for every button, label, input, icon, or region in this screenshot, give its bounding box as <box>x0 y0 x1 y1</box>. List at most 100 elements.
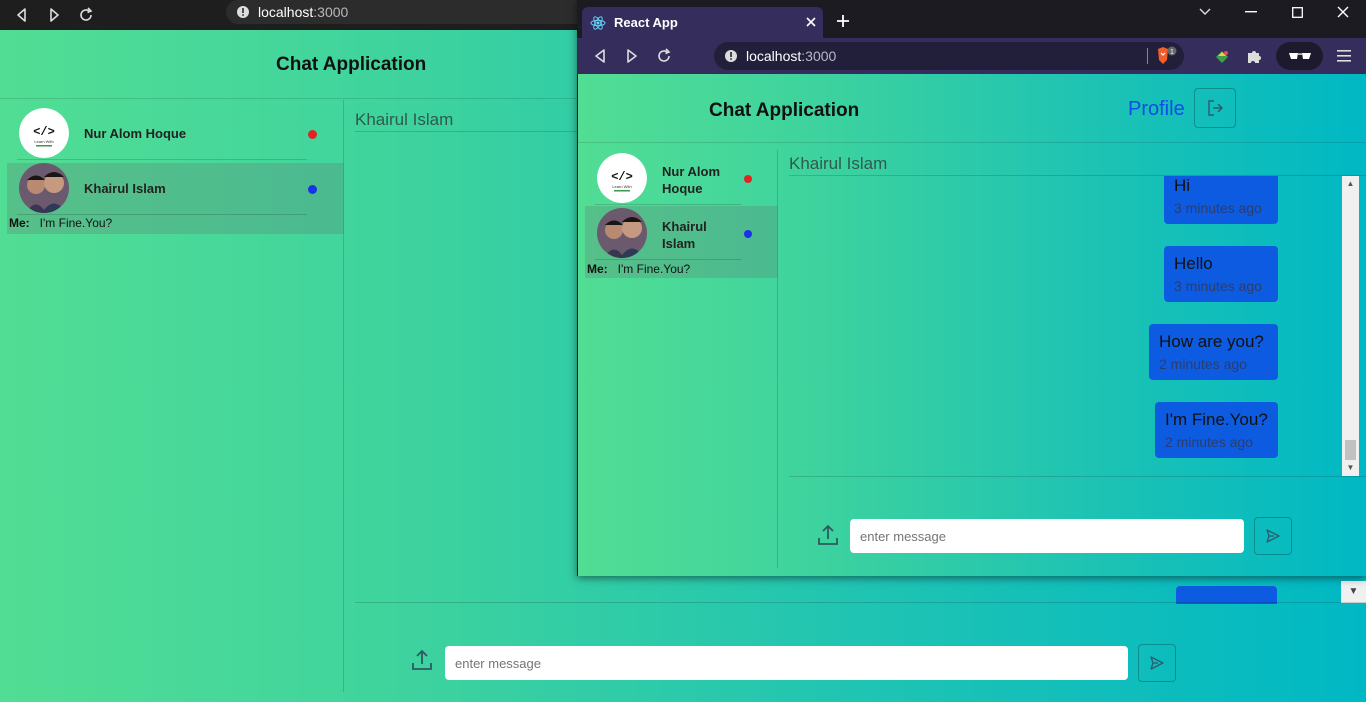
message-list: Hi 3 minutes ago Hello 3 minutes ago How… <box>789 176 1347 476</box>
app-title: Chat Application <box>709 100 860 121</box>
url-host: localhost <box>746 48 802 64</box>
contact-item[interactable]: Khairul Islam <box>585 208 778 260</box>
window-controls <box>1182 0 1366 38</box>
scroll-down-arrow-icon[interactable]: ▼ <box>1342 460 1359 476</box>
logout-icon <box>1206 99 1224 117</box>
forward-icon[interactable] <box>38 0 70 30</box>
last-message-text: I'm Fine.You? <box>39 216 113 230</box>
avatar: </> Learn With <box>19 108 69 158</box>
contact-item[interactable]: Khairul Islam <box>7 163 344 215</box>
contact-item[interactable]: </> Learn With Nur Alom Hoque <box>7 108 344 160</box>
contact-name: Nur Alom Hoque <box>84 126 187 141</box>
react-logo-icon <box>590 15 606 31</box>
message-time: 3 minutes ago <box>1174 278 1262 294</box>
background-address-bar[interactable]: localhost:3000 <box>226 0 586 24</box>
address-bar[interactable]: localhost:3000 <box>714 42 1184 70</box>
app-title: Chat Application <box>276 54 427 75</box>
back-icon[interactable] <box>589 46 611 66</box>
url-port: :3000 <box>801 48 837 64</box>
divider <box>17 159 307 160</box>
scroll-up-arrow-icon[interactable]: ▲ <box>1342 176 1359 192</box>
message-time: 2 minutes ago <box>1159 356 1247 372</box>
status-dot <box>744 230 752 238</box>
divider <box>595 204 741 205</box>
info-icon <box>236 5 250 19</box>
last-message-preview: Me: I'm Fine.You? <box>9 216 112 230</box>
minimize-icon[interactable] <box>1228 0 1274 24</box>
divider <box>355 131 580 132</box>
message-text: Hello <box>1174 254 1213 273</box>
maximize-icon[interactable] <box>1274 0 1320 24</box>
last-message-sender: Me: <box>587 262 608 276</box>
url-host: localhost <box>258 4 314 20</box>
status-dot <box>308 185 317 194</box>
message-text: I'm Fine.You? <box>1165 410 1268 429</box>
message-bubble: Hello 3 minutes ago <box>1164 246 1278 302</box>
tab-react-app[interactable]: React App <box>582 7 823 38</box>
contact-name: Nur Alom Hoque <box>662 164 721 196</box>
send-icon <box>1149 655 1165 671</box>
back-icon[interactable] <box>6 0 38 30</box>
reload-icon[interactable] <box>653 46 675 66</box>
contact-item[interactable]: </> Learn With Nur Alom Hoque <box>585 153 778 205</box>
message-text: How are you? <box>1159 332 1264 351</box>
tab-search-chevron-icon[interactable] <box>1182 0 1228 24</box>
logout-button[interactable] <box>1194 88 1236 128</box>
forward-icon[interactable] <box>621 46 643 66</box>
scroll-down-arrow-icon[interactable]: ▼ <box>1341 581 1366 603</box>
browser-window: React App localhost:3000 1 Chat Applica… <box>577 0 1366 576</box>
avatar <box>597 208 647 258</box>
message-bubble: How are you? 2 minutes ago <box>1149 324 1278 380</box>
divider <box>355 602 1366 603</box>
svg-text:</>: </> <box>611 170 633 184</box>
shields-badge: 1 <box>1170 49 1174 56</box>
scrollbar-thumb[interactable] <box>1345 440 1356 460</box>
app-header: Chat Application Profile <box>578 74 1366 143</box>
new-tab-icon[interactable] <box>833 11 853 31</box>
send-button[interactable] <box>1254 517 1292 555</box>
background-contact-list: </> Learn With Nur Alom Hoque Khairul Isl… <box>0 100 344 692</box>
last-message-preview: Me: I'm Fine.You? <box>587 262 690 276</box>
message-input[interactable] <box>445 646 1128 680</box>
last-message-sender: Me: <box>9 216 30 230</box>
close-tab-icon[interactable] <box>802 13 820 31</box>
message-bubble: Hi 3 minutes ago <box>1164 176 1278 224</box>
send-button[interactable] <box>1138 644 1176 682</box>
chat-partner-name: Khairul Islam <box>789 154 888 173</box>
extension-icon[interactable] <box>1213 47 1231 65</box>
message-bubble: I'm Fine.You? 2 minutes ago <box>1155 402 1278 458</box>
divider <box>17 214 307 215</box>
divider <box>789 476 1366 477</box>
avatar: </> Learn With <box>597 153 647 203</box>
message-time: 3 minutes ago <box>1174 200 1262 216</box>
message-time: 2 minutes ago <box>1165 434 1253 450</box>
hamburger-menu-icon[interactable] <box>1335 47 1353 65</box>
chat-partner-name: Khairul Islam <box>355 110 454 129</box>
brave-shields-icon[interactable]: 1 <box>1155 46 1177 66</box>
tab-bar: React App <box>577 0 1366 38</box>
puzzle-extensions-icon[interactable] <box>1245 47 1263 65</box>
message-text: Hi <box>1174 176 1191 195</box>
message-scrollbar[interactable]: ▲ ▼ <box>1342 176 1359 476</box>
contact-name: Khairul Islam <box>84 181 166 196</box>
close-window-icon[interactable] <box>1320 0 1366 24</box>
private-mode-glasses-icon[interactable] <box>1276 42 1323 70</box>
reload-icon[interactable] <box>70 0 102 30</box>
contact-name: Khairul Islam <box>662 219 707 251</box>
info-icon <box>724 49 738 63</box>
svg-text:Learn With: Learn With <box>34 139 53 144</box>
contact-list: </> Learn With Nur Alom Hoque Khairul Isl… <box>578 150 778 568</box>
divider <box>595 259 741 260</box>
status-dot <box>744 175 752 183</box>
status-dot <box>308 130 317 139</box>
url-port: :3000 <box>313 4 349 20</box>
svg-text:</>: </> <box>33 125 55 139</box>
upload-icon[interactable] <box>815 522 841 548</box>
upload-icon[interactable] <box>409 647 435 673</box>
message-input[interactable] <box>850 519 1244 553</box>
last-message-text: I'm Fine.You? <box>617 262 691 276</box>
send-icon <box>1265 528 1281 544</box>
chat-app: Chat Application Profile </> Learn With N… <box>578 74 1366 576</box>
profile-link[interactable]: Profile <box>1128 98 1185 121</box>
svg-text:Learn With: Learn With <box>612 184 631 189</box>
